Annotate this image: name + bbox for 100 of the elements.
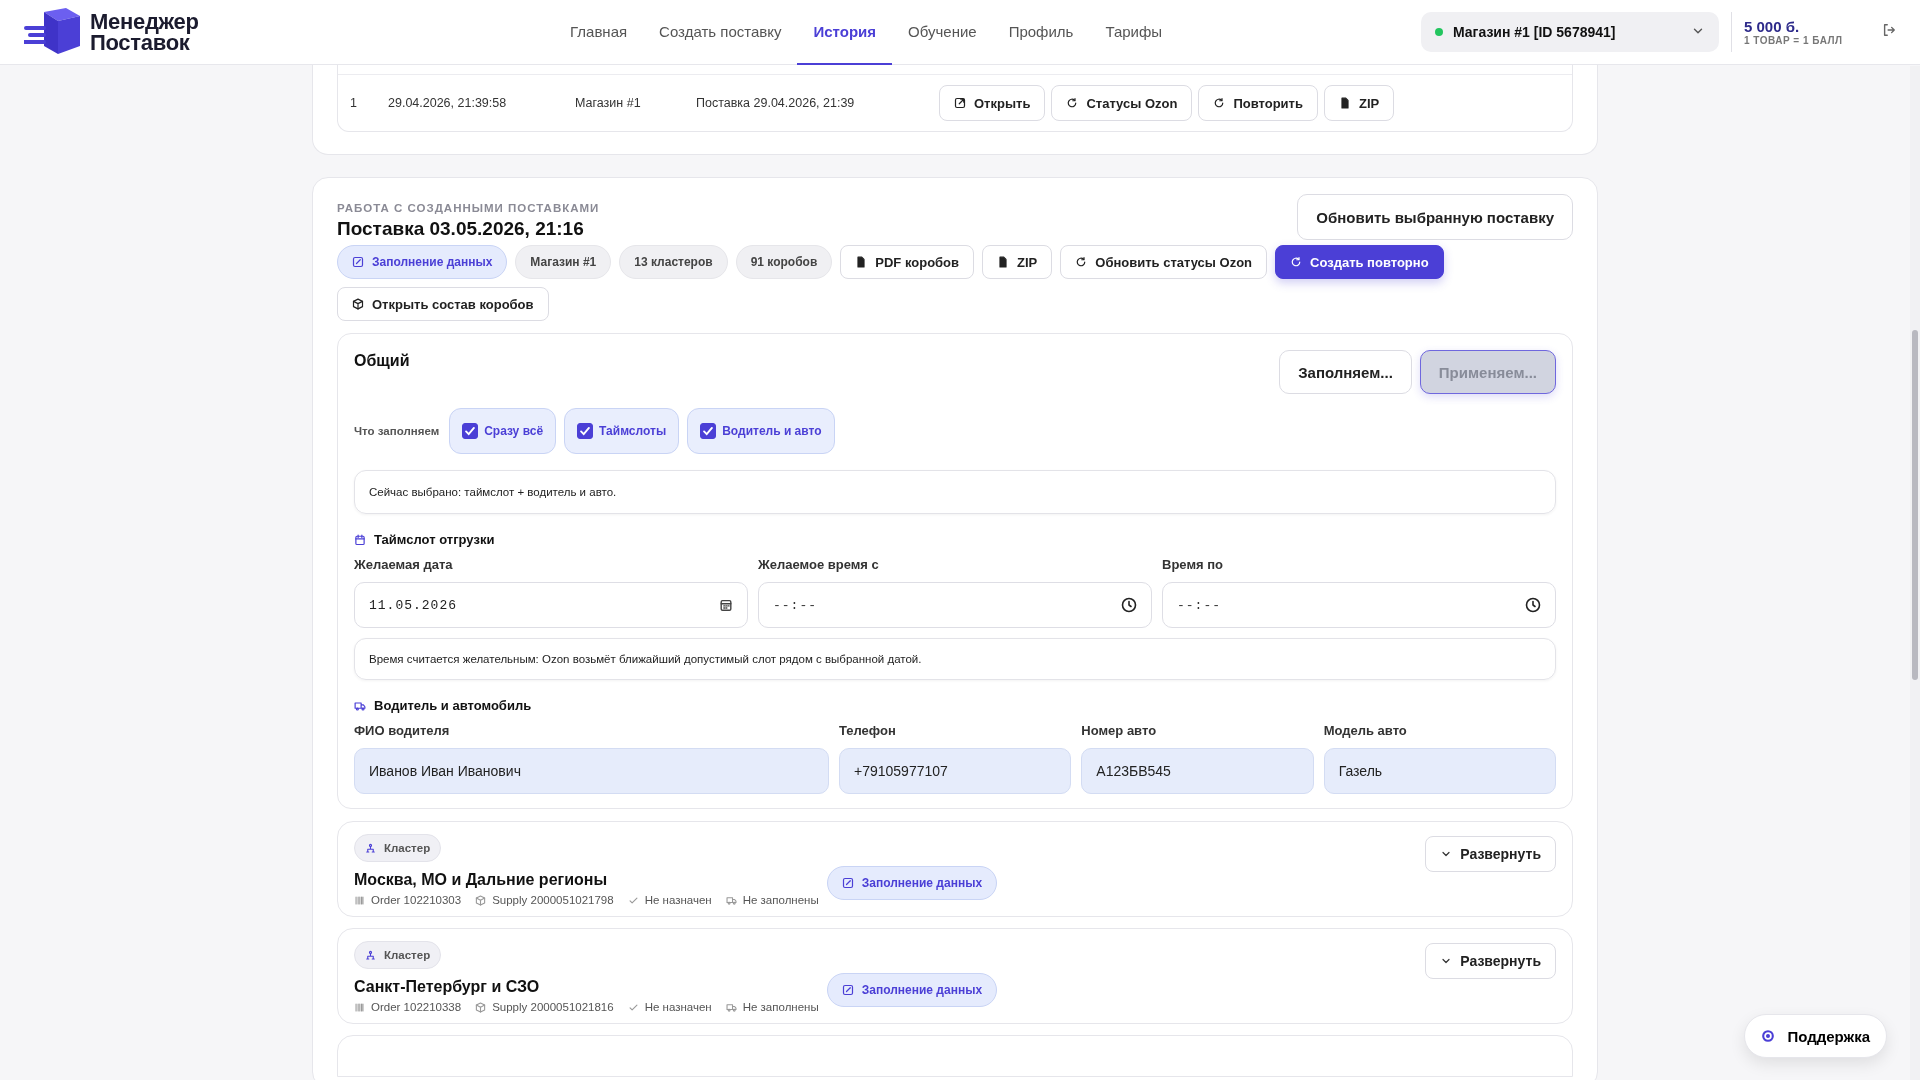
edit-icon [841, 984, 854, 996]
field-label: Телефон [839, 723, 897, 738]
action-button[interactable]: PDF коробов [840, 245, 975, 279]
truck-icon [725, 894, 737, 906]
refresh-icon [1213, 97, 1226, 109]
action-button[interactable]: Открыть состав коробов [337, 287, 549, 321]
status-chip: Заполнение данных [826, 973, 998, 1007]
input-field[interactable]: Иванов Иван Иванович [354, 748, 829, 794]
info-chip: 13 кластеров [619, 245, 728, 279]
section-label: РАБОТА С СОЗДАННЫМИ ПОСТАВКАМИ [337, 202, 600, 214]
option-chip[interactable]: Сразу всё [449, 408, 557, 454]
file-icon [855, 256, 868, 268]
nav-tab[interactable]: Тарифы [1089, 0, 1179, 65]
nav-tab[interactable]: Обучение [892, 0, 993, 65]
checkbox[interactable] [700, 423, 717, 439]
table-cell-text: 1 [349, 96, 358, 110]
refresh-icon [1075, 256, 1088, 268]
status-chip: Заполнение данных [337, 245, 508, 279]
logo-icon [24, 8, 82, 56]
fill-button[interactable]: Заполняем... [1279, 350, 1412, 394]
input-field[interactable]: +79105977107 [839, 748, 1072, 794]
truck-icon [354, 699, 366, 712]
nav-tab[interactable]: Создать поставку [643, 0, 798, 65]
cluster-tag: Кластер [354, 834, 442, 862]
hint-text: Время считается желательным: Ozon возьмёт ближайший допустимый слот рядом с выбранной датой. [354, 638, 1556, 680]
calendar-icon [719, 598, 733, 612]
order-number: Order 102210338 [371, 1001, 462, 1013]
fill-label: Что заполняем [354, 425, 440, 437]
vehicle-status: Не заполнены [742, 1001, 819, 1013]
logout-icon [1882, 23, 1896, 37]
panel-title: Общий [354, 352, 410, 370]
section-title: Водитель и автомобиль [374, 698, 532, 713]
input-field[interactable]: А123БВ545 [1081, 748, 1314, 794]
supply-number: Supply 2000051021798 [492, 894, 614, 906]
edit-icon [841, 877, 854, 889]
order-number: Order 102210303 [371, 894, 462, 906]
supply-title: Поставка 03.05.2026, 21:16 [337, 218, 585, 240]
clock-icon [1121, 597, 1137, 613]
refresh-icon [1290, 256, 1303, 268]
file-icon [997, 256, 1010, 268]
action-button[interactable]: Открыть [939, 85, 1046, 121]
expand-button[interactable]: Развернуть [1425, 836, 1556, 872]
balance-amount: 5 000 б. [1744, 18, 1801, 35]
nav-tab[interactable]: Профиль [992, 0, 1090, 65]
table-cell-text: 29.04.2026, 21:39:58 [388, 96, 508, 110]
assignment-status: Не назначен [644, 894, 712, 906]
store-selector[interactable]: Магазин #1 [ID 5678941] [1421, 12, 1719, 52]
time-field[interactable]: --:-- [758, 582, 1152, 628]
action-button[interactable]: Статусы Ozon [1051, 85, 1193, 121]
recreate-button[interactable]: Создать повторно [1275, 245, 1444, 279]
action-button[interactable]: ZIP [1323, 85, 1395, 121]
field-label: Желаемая дата [354, 557, 454, 572]
support-icon [1761, 1029, 1776, 1043]
action-button[interactable]: ZIP [982, 245, 1053, 279]
action-button[interactable]: Обновить статусы Ozon [1060, 245, 1268, 279]
edit-icon [352, 256, 364, 268]
truck-icon [725, 1001, 737, 1013]
file-icon [1338, 97, 1351, 109]
checkbox[interactable] [577, 423, 594, 439]
info-chip: Магазин #1 [515, 245, 612, 279]
support-button[interactable]: Поддержка [1744, 1014, 1887, 1058]
sitemap-icon [365, 842, 376, 854]
external-link-icon [954, 97, 966, 109]
field-label: Модель авто [1323, 723, 1408, 738]
option-chip[interactable]: Таймслоты [564, 408, 680, 454]
selection-info: Сейчас выбрано: таймслот + водитель и авто. [354, 470, 1556, 514]
clock-icon [1525, 597, 1541, 613]
update-button[interactable]: Обновить выбранную поставку [1297, 194, 1573, 240]
box-icon [475, 1001, 487, 1013]
cluster-tag: Кластер [354, 941, 442, 969]
option-chip[interactable]: Водитель и авто [687, 408, 835, 454]
checkbox[interactable] [462, 423, 479, 439]
input-field[interactable]: Газель [1323, 748, 1556, 794]
table-cell-text: Поставка 29.04.2026, 21:39 [696, 96, 856, 110]
balance-rate: 1 ТОВАР = 1 БАЛЛ [1744, 35, 1844, 46]
vehicle-status: Не заполнены [742, 894, 819, 906]
field-label: Номер авто [1081, 723, 1158, 738]
expand-button[interactable]: Развернуть [1425, 943, 1556, 979]
cluster-name: Санкт-Петербург и СЗО [354, 978, 541, 996]
calendar-icon [354, 533, 366, 546]
field-label: Желаемое время с [758, 557, 880, 572]
barcode-icon [354, 894, 365, 906]
supply-number: Supply 2000051021816 [492, 1001, 614, 1013]
status-chip: Заполнение данных [826, 866, 998, 900]
refresh-icon [1066, 97, 1079, 109]
sitemap-icon [365, 949, 376, 961]
logo-text: Менеджер Поставок [90, 11, 199, 53]
date-field[interactable]: 11.05.2026 [354, 582, 748, 628]
cluster-name: Москва, МО и Дальние регионы [354, 871, 609, 889]
barcode-icon [354, 1001, 365, 1013]
table-cell-text: Магазин #1 [575, 96, 642, 110]
nav-tab[interactable]: Главная [554, 0, 644, 65]
assignment-status: Не назначен [644, 1001, 712, 1013]
time-field[interactable]: --:-- [1162, 582, 1556, 628]
action-button[interactable]: Повторить [1198, 85, 1318, 121]
info-chip: 91 коробов [735, 245, 833, 279]
section-title: Таймслот отгрузки [374, 532, 495, 547]
box-icon [352, 298, 364, 310]
field-label: Время по [1162, 557, 1224, 572]
box-icon [475, 894, 487, 906]
